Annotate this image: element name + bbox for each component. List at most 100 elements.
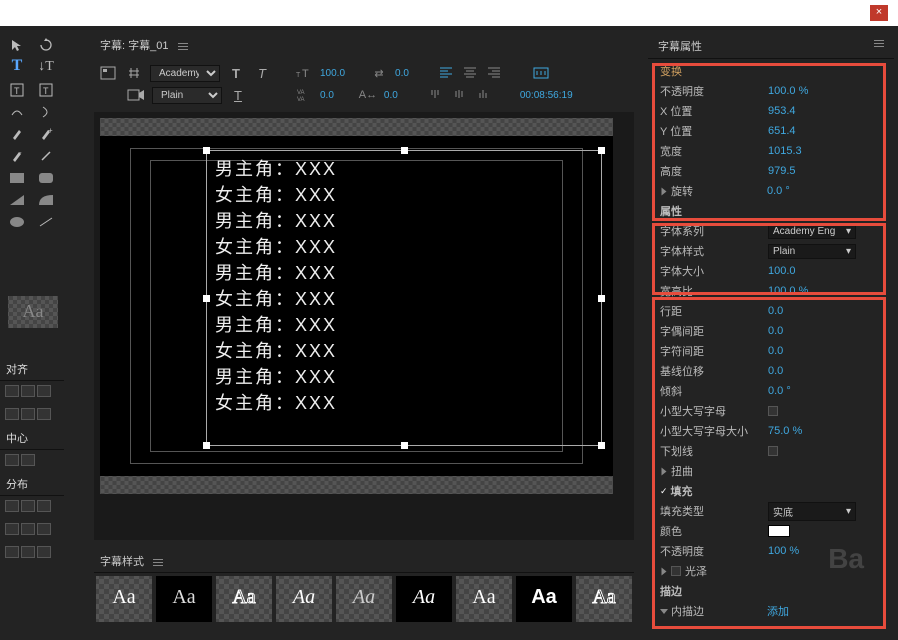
timecode-value[interactable]: 00:08:56:19 xyxy=(520,90,573,101)
size-value[interactable]: 100.0 xyxy=(320,68,345,79)
roll-crawl-icon[interactable] xyxy=(124,65,144,81)
prop-fontstyle-label: 字体样式 xyxy=(660,243,768,259)
title-text-block[interactable]: 男主角：XXX 女主角：XXX 男主角：XXX 女主角：XXX 男主角：XXX … xyxy=(215,156,337,416)
group-transform[interactable]: 变换 xyxy=(660,63,768,79)
fill-color-swatch[interactable] xyxy=(768,525,790,537)
prop-y-value[interactable]: 651.4 xyxy=(768,125,796,137)
fill-checkbox[interactable]: ✓ xyxy=(660,486,668,497)
chevron-down-icon[interactable] xyxy=(660,609,668,614)
type-tool-icon[interactable]: T xyxy=(4,56,30,78)
font-style-select[interactable]: Plain xyxy=(152,87,222,104)
vertical-type-tool-icon[interactable]: ↓T xyxy=(33,57,59,79)
center-buttons[interactable] xyxy=(0,450,64,473)
prop-tracking-value[interactable]: 0.0 xyxy=(768,345,783,357)
smallcaps-checkbox[interactable] xyxy=(768,406,778,416)
prop-rotation-value[interactable]: 0.0 ° xyxy=(767,185,790,197)
ellipse-tool-icon[interactable] xyxy=(4,211,30,233)
align-center-icon[interactable] xyxy=(463,66,481,80)
leading-value[interactable]: 0.0 xyxy=(320,90,334,101)
underline-icon[interactable]: T xyxy=(228,87,248,103)
close-button[interactable]: × xyxy=(870,5,888,21)
vertical-area-type-tool-icon[interactable]: T xyxy=(33,79,59,101)
templates-icon[interactable] xyxy=(98,65,118,81)
group-fill[interactable]: 填充 xyxy=(671,483,779,499)
style-thumb[interactable]: Aa xyxy=(576,576,632,622)
line-tool-icon[interactable] xyxy=(33,211,59,233)
main-panel-tab[interactable]: 字幕: 字幕_01 xyxy=(94,34,194,56)
style-thumb[interactable]: Aa xyxy=(276,576,332,622)
group-distort[interactable]: 扭曲 xyxy=(671,463,779,479)
style-thumb[interactable]: Aa xyxy=(156,576,212,622)
align-right-icon[interactable] xyxy=(487,66,505,80)
underline-checkbox[interactable] xyxy=(768,446,778,456)
group-strokes[interactable]: 描边 xyxy=(660,583,768,599)
italic-icon[interactable]: T xyxy=(252,65,272,81)
alignv-bottom-icon[interactable] xyxy=(476,88,494,102)
stage[interactable]: 男主角：XXX 女主角：XXX 男主角：XXX 女主角：XXX 男主角：XXX … xyxy=(100,118,613,494)
style-thumb[interactable]: Aa xyxy=(516,576,572,622)
distribute-row3[interactable] xyxy=(0,542,64,565)
chevron-right-icon[interactable] xyxy=(662,187,667,195)
show-video-icon[interactable] xyxy=(126,87,146,103)
style-thumb[interactable]: Aa xyxy=(396,576,452,622)
font-family-select[interactable]: Academy E xyxy=(150,65,220,82)
rounded-rect-tool-icon[interactable] xyxy=(33,167,59,189)
inner-stroke-add[interactable]: 添加 xyxy=(767,603,789,619)
prop-leading-value[interactable]: 0.0 xyxy=(768,305,783,317)
tracking-value[interactable]: 0.0 xyxy=(384,90,398,101)
path-type-tool-icon[interactable] xyxy=(4,101,30,123)
text-line: 男主角：XXX xyxy=(215,156,337,182)
font-style-dropdown[interactable]: Plain▾ xyxy=(768,244,856,259)
kerning-value[interactable]: 0.0 xyxy=(395,68,409,79)
tab-stops-icon[interactable] xyxy=(531,65,551,81)
sheen-checkbox[interactable] xyxy=(671,566,681,576)
anchor-tool-icon[interactable] xyxy=(33,145,59,167)
align-buttons[interactable] xyxy=(0,381,64,404)
panel-menu-icon[interactable] xyxy=(178,41,188,52)
pen-tool-icon[interactable] xyxy=(4,123,30,145)
alignv-center-icon[interactable] xyxy=(452,88,470,102)
style-thumb[interactable]: Aa xyxy=(216,576,272,622)
align-buttons-row2[interactable] xyxy=(0,404,64,427)
arc-tool-icon[interactable] xyxy=(33,189,59,211)
wedge-tool-icon[interactable] xyxy=(4,189,30,211)
panel-menu-icon[interactable] xyxy=(153,557,163,568)
rotate-tool-icon[interactable] xyxy=(33,34,59,56)
prop-kerning-value[interactable]: 0.0 xyxy=(768,325,783,337)
pen-delete-tool-icon[interactable]: - xyxy=(4,145,30,167)
vertical-path-tool-icon[interactable] xyxy=(33,101,59,123)
group-inner-stroke[interactable]: 内描边 xyxy=(671,603,767,619)
prop-fontsize-value[interactable]: 100.0 xyxy=(768,265,796,277)
styles-tab[interactable]: 字幕样式 xyxy=(94,550,634,573)
fill-type-dropdown[interactable]: 实底▾ xyxy=(768,502,856,521)
prop-opacity-value[interactable]: 100.0 % xyxy=(768,85,808,97)
selection-tool-icon[interactable] xyxy=(4,34,30,56)
prop-height-value[interactable]: 979.5 xyxy=(768,165,796,177)
prop-smallcapssize-value[interactable]: 75.0 % xyxy=(768,425,802,437)
chevron-right-icon[interactable] xyxy=(662,567,667,575)
style-thumb[interactable]: Aa xyxy=(96,576,152,622)
font-family-dropdown[interactable]: Academy Eng▾ xyxy=(768,224,856,239)
pen-add-tool-icon[interactable]: + xyxy=(33,123,59,145)
prop-aspect-value[interactable]: 100.0 % xyxy=(768,285,808,297)
prop-baseline-value[interactable]: 0.0 xyxy=(768,365,783,377)
prop-x-value[interactable]: 953.4 xyxy=(768,105,796,117)
rect-tool-icon[interactable] xyxy=(4,167,30,189)
panel-menu-icon[interactable] xyxy=(874,38,884,49)
prop-slant-value[interactable]: 0.0 ° xyxy=(768,385,791,397)
chevron-right-icon[interactable] xyxy=(662,467,667,475)
align-left-icon[interactable] xyxy=(439,66,457,80)
prop-fillopacity-value[interactable]: 100 % xyxy=(768,545,799,557)
bold-icon[interactable]: T xyxy=(226,65,246,81)
group-sheen[interactable]: 光泽 xyxy=(685,563,793,579)
properties-header[interactable]: 字幕属性 xyxy=(648,34,894,59)
distribute-row1[interactable] xyxy=(0,496,64,519)
area-type-tool-icon[interactable]: T xyxy=(4,79,30,101)
style-thumb[interactable]: Aa xyxy=(336,576,392,622)
group-properties[interactable]: 属性 xyxy=(660,203,768,219)
title-canvas[interactable]: 男主角：XXX 女主角：XXX 男主角：XXX 女主角：XXX 男主角：XXX … xyxy=(94,112,634,540)
prop-width-value[interactable]: 1015.3 xyxy=(768,145,802,157)
alignv-top-icon[interactable] xyxy=(428,88,446,102)
distribute-row2[interactable] xyxy=(0,519,64,542)
style-thumb[interactable]: Aa xyxy=(456,576,512,622)
